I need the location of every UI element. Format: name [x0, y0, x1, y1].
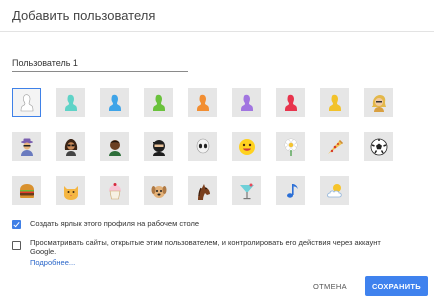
avatar-music-note[interactable]: [276, 176, 305, 205]
avatar-burger[interactable]: [12, 176, 41, 205]
supervise-label: Просматривать сайты, открытые этим польз…: [30, 238, 381, 256]
avatar-dog[interactable]: [144, 176, 173, 205]
avatar-woman-sunglasses[interactable]: [56, 132, 85, 161]
user-name-input[interactable]: [12, 55, 188, 72]
cat-icon: [63, 185, 78, 200]
save-button[interactable]: СОХРАНИТЬ: [365, 276, 428, 296]
avatar-silhouette-green[interactable]: [144, 88, 173, 117]
cocktail-icon: [239, 183, 254, 199]
avatar-cat[interactable]: [56, 176, 85, 205]
burger-icon: [19, 183, 34, 198]
pizza-icon: [327, 139, 343, 154]
avatar-silhouette-white[interactable]: [12, 88, 41, 117]
sun-cloud-icon: [326, 183, 342, 197]
title-divider: [0, 31, 434, 32]
avatar-silhouette-orange[interactable]: [188, 88, 217, 117]
woman-sunglasses-icon: [64, 138, 77, 156]
dialog-title: Добавить пользователя: [12, 8, 156, 23]
avatar-cupcake[interactable]: [100, 176, 129, 205]
music-note-icon: [286, 183, 298, 198]
avatar-cocktail[interactable]: [232, 176, 261, 205]
avatar-smiley[interactable]: [232, 132, 261, 161]
blonde-person-icon: [371, 94, 386, 112]
avatar-blonde-person[interactable]: [364, 88, 393, 117]
cupcake-icon: [108, 182, 121, 199]
flower-icon: [283, 137, 298, 156]
silhouette-yellow-icon: [328, 94, 341, 111]
avatar-silhouette-blue[interactable]: [100, 88, 129, 117]
avatar-silhouette-yellow[interactable]: [320, 88, 349, 117]
silhouette-teal-icon: [64, 94, 77, 111]
alien-icon: [196, 138, 209, 153]
ninja-icon: [152, 139, 165, 156]
avatar-flower[interactable]: [276, 132, 305, 161]
avatar-grid: [12, 88, 393, 205]
silhouette-green-icon: [152, 94, 165, 111]
smiley-icon: [238, 138, 255, 155]
soccer-ball-icon: [370, 138, 387, 155]
horse-icon: [197, 183, 210, 200]
avatar-soccer-ball[interactable]: [364, 132, 393, 161]
shortcut-checkbox[interactable]: [12, 220, 21, 229]
man-icon: [108, 139, 121, 156]
dog-icon: [151, 185, 166, 198]
avatar-alien[interactable]: [188, 132, 217, 161]
cancel-button[interactable]: ОТМЕНА: [300, 277, 360, 295]
avatar-sun-cloud[interactable]: [320, 176, 349, 205]
supervise-option[interactable]: Просматривать сайты, открытые этим польз…: [12, 238, 390, 256]
silhouette-purple-icon: [240, 94, 253, 111]
avatar-pizza[interactable]: [320, 132, 349, 161]
silhouette-white-icon: [20, 93, 33, 111]
detective-icon: [20, 138, 33, 156]
silhouette-red-icon: [284, 94, 297, 111]
avatar-silhouette-teal[interactable]: [56, 88, 85, 117]
avatar-horse[interactable]: [188, 176, 217, 205]
shortcut-option[interactable]: Создать ярлык этого профиля на рабочем с…: [12, 219, 390, 229]
learn-more-link[interactable]: Подробнее...: [30, 258, 75, 267]
supervise-checkbox[interactable]: [12, 241, 21, 250]
silhouette-orange-icon: [196, 94, 209, 111]
avatar-detective[interactable]: [12, 132, 41, 161]
avatar-silhouette-red[interactable]: [276, 88, 305, 117]
avatar-silhouette-purple[interactable]: [232, 88, 261, 117]
silhouette-blue-icon: [108, 94, 121, 111]
avatar-ninja[interactable]: [144, 132, 173, 161]
avatar-man[interactable]: [100, 132, 129, 161]
shortcut-label: Создать ярлык этого профиля на рабочем с…: [30, 219, 200, 228]
